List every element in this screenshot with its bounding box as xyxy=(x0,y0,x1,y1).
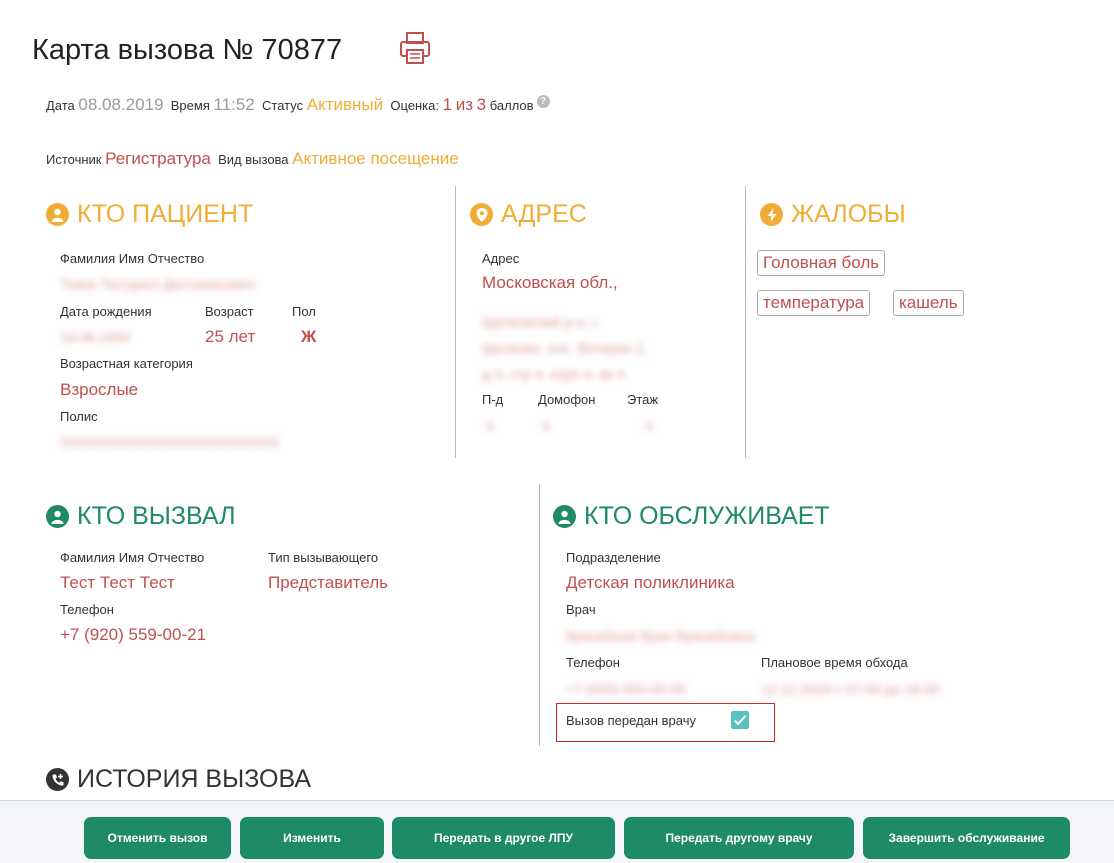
birth-date-label: Дата рождения xyxy=(60,304,152,319)
rating-of: из xyxy=(455,95,474,114)
column-divider xyxy=(455,186,456,458)
address-line-2: Щелковский р-н, г. xyxy=(482,314,600,330)
address-heading-text: АДРЕС xyxy=(501,200,587,228)
source-value: Регистратура xyxy=(105,149,211,168)
transfer-doctor-button[interactable]: Передать другому врачу xyxy=(624,817,854,859)
caller-phone-label: Телефон xyxy=(60,602,114,617)
service-phone-label: Телефон xyxy=(566,655,620,670)
help-icon[interactable]: ? xyxy=(536,95,550,108)
patient-section-heading: КТО ПАЦИЕНТ xyxy=(46,200,253,229)
transferred-label: Вызов передан врачу xyxy=(566,713,696,728)
policy-value: 5555555555555555555555555 xyxy=(60,434,280,450)
call-meta-line: Дата 08.08.2019 Время 11:52 Статус Актив… xyxy=(46,95,550,115)
caller-heading-text: КТО ВЫЗВАЛ xyxy=(77,502,236,530)
rating-unit: баллов xyxy=(489,98,534,113)
doctor-label: Врач xyxy=(566,602,596,617)
entrance-label: П-д xyxy=(482,392,504,407)
address-line-1: Московская обл., xyxy=(482,273,618,292)
phone-plus-icon xyxy=(46,768,69,791)
user-icon xyxy=(553,505,576,528)
service-phone-value: +7 (000) 000-00-00 xyxy=(566,681,687,697)
age-label: Возраст xyxy=(205,304,254,319)
complaints-heading-text: ЖАЛОБЫ xyxy=(791,200,906,228)
location-pin-icon xyxy=(470,203,493,226)
rating-max: 3 xyxy=(476,95,487,114)
caller-type-value: Представитель xyxy=(268,573,389,592)
intercom-value: 4 xyxy=(542,418,550,434)
intercom-label: Домофон xyxy=(538,392,596,407)
column-divider xyxy=(539,484,540,746)
address-section-heading: АДРЕС xyxy=(470,200,587,229)
date-label: Дата xyxy=(46,98,75,113)
department-value: Детская поликлиника xyxy=(566,573,735,592)
printer-icon[interactable] xyxy=(399,31,431,65)
lightning-icon xyxy=(760,203,783,226)
complaint-tag[interactable]: Головная боль xyxy=(757,250,886,276)
planned-time-label: Плановое время обхода xyxy=(761,655,908,670)
call-type-label: Вид вызова xyxy=(218,152,289,167)
transferred-checkbox[interactable] xyxy=(731,711,749,729)
birth-date-value: 14.06.1994 xyxy=(60,329,131,345)
patient-heading-text: КТО ПАЦИЕНТ xyxy=(77,200,254,228)
service-heading-text: КТО ОБСЛУЖИВАЕТ xyxy=(584,502,830,530)
transfer-lpu-button[interactable]: Передать в другое ЛПУ xyxy=(392,817,615,859)
address-line-3: Щелково, пос. Ветеран 2, xyxy=(482,340,648,356)
address-line-4: д 3, стр 4, корп 4, кв 4 xyxy=(482,366,625,382)
caller-section-heading: КТО ВЫЗВАЛ xyxy=(46,502,235,531)
age-category-label: Возрастная категория xyxy=(60,356,193,371)
service-section-heading: КТО ОБСЛУЖИВАЕТ xyxy=(553,502,830,531)
department-label: Подразделение xyxy=(566,550,661,565)
date-value: 08.08.2019 xyxy=(78,95,164,114)
source-label: Источник xyxy=(46,152,102,167)
planned-time-value: 12.12.2019 с 07:00 до 18:00 xyxy=(761,681,940,697)
edit-button[interactable]: Изменить xyxy=(240,817,384,859)
address-label: Адрес xyxy=(482,251,520,266)
call-source-line: Источник Регистратура Вид вызова Активно… xyxy=(46,149,459,169)
finish-service-button[interactable]: Завершить обслуживание xyxy=(863,817,1070,859)
sex-value: Ж xyxy=(301,327,317,346)
history-section-heading[interactable]: ИСТОРИЯ ВЫЗОВА xyxy=(46,765,311,794)
complaint-tag[interactable]: кашель xyxy=(893,290,964,316)
cancel-call-button[interactable]: Отменить вызов xyxy=(84,817,231,859)
complaint-tag[interactable]: температура xyxy=(757,290,871,316)
column-divider xyxy=(745,186,746,458)
page-title: Карта вызова № 70877 xyxy=(32,34,343,66)
rating-label: Оценка: xyxy=(390,98,439,113)
rating-score: 1 xyxy=(442,95,453,114)
caller-phone-value: +7 (920) 559-00-21 xyxy=(60,625,207,644)
floor-label: Этаж xyxy=(627,392,659,407)
caller-fio-label: Фамилия Имя Отчество xyxy=(60,550,205,565)
complaints-section-heading: ЖАЛОБЫ xyxy=(760,200,906,229)
entrance-value: 4 xyxy=(486,418,494,434)
age-value: 25 лет xyxy=(205,327,256,346)
floor-value: 4 xyxy=(645,418,653,434)
doctor-value: Врачебная Врач Врачебовна xyxy=(566,628,755,644)
user-icon xyxy=(46,203,69,226)
user-icon xyxy=(46,505,69,528)
check-icon xyxy=(733,715,747,726)
patient-fio-label: Фамилия Имя Отчество xyxy=(60,251,205,266)
policy-label: Полис xyxy=(60,409,98,424)
patient-fio-value: Тевек Тестдисп Дестинисович xyxy=(60,276,256,292)
status-label: Статус xyxy=(262,98,304,113)
caller-type-label: Тип вызывающего xyxy=(268,550,379,565)
sex-label: Пол xyxy=(292,304,316,319)
caller-fio-value: Тест Тест Тест xyxy=(60,573,175,592)
history-heading-text: ИСТОРИЯ ВЫЗОВА xyxy=(77,765,312,793)
time-label: Время xyxy=(170,98,210,113)
age-category-value: Взрослые xyxy=(60,380,139,399)
time-value: 11:52 xyxy=(213,95,255,114)
status-value: Активный xyxy=(306,95,384,114)
call-type-value: Активное посещение xyxy=(292,149,459,168)
